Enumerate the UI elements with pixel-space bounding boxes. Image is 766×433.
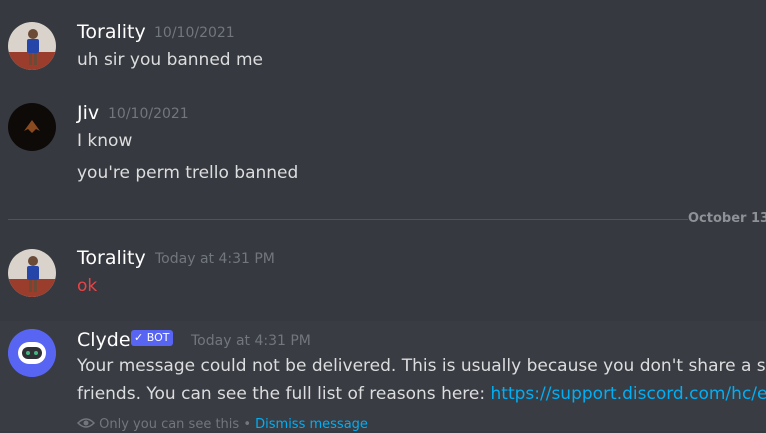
date-divider-label: October 13, [688,211,766,226]
message-author[interactable]: Clyde [77,329,131,351]
clyde-avatar[interactable] [8,329,56,377]
avatar-torality[interactable] [8,22,56,70]
message-timestamp: 10/10/2021 [154,25,235,41]
message-author[interactable]: Torality [77,247,146,269]
message-timestamp: Today at 4:31 PM [155,251,275,267]
message-text-error: ok [77,276,98,296]
date-divider [8,219,688,220]
message-text: you're perm trello banned [77,163,299,183]
verified-check-icon: ✓ [134,331,144,344]
message-text: I know [77,131,133,151]
ephemeral-notice-text: Only you can see this [99,417,240,432]
message-text: Your message could not be delivered. Thi… [77,356,766,376]
separator-dot: • [243,417,251,432]
dismiss-message-link[interactable]: Dismiss message [255,417,368,432]
bot-badge: ✓ BOT [131,330,174,346]
message-text: uh sir you banned me [77,50,263,70]
support-link[interactable]: https://support.discord.com/hc/e [491,384,766,404]
message-author[interactable]: Jiv [77,102,99,124]
message-text-segment: friends. You can see the full list of re… [77,384,491,404]
bot-badge-label: BOT [146,331,170,344]
message-timestamp: 10/10/2021 [108,106,189,122]
message-text: friends. You can see the full list of re… [77,383,766,405]
eye-icon [76,417,99,432]
message-author[interactable]: Torality [77,21,146,43]
message-timestamp: Today at 4:31 PM [191,333,311,349]
avatar-jiv[interactable] [8,103,56,151]
avatar-torality[interactable] [8,249,56,297]
